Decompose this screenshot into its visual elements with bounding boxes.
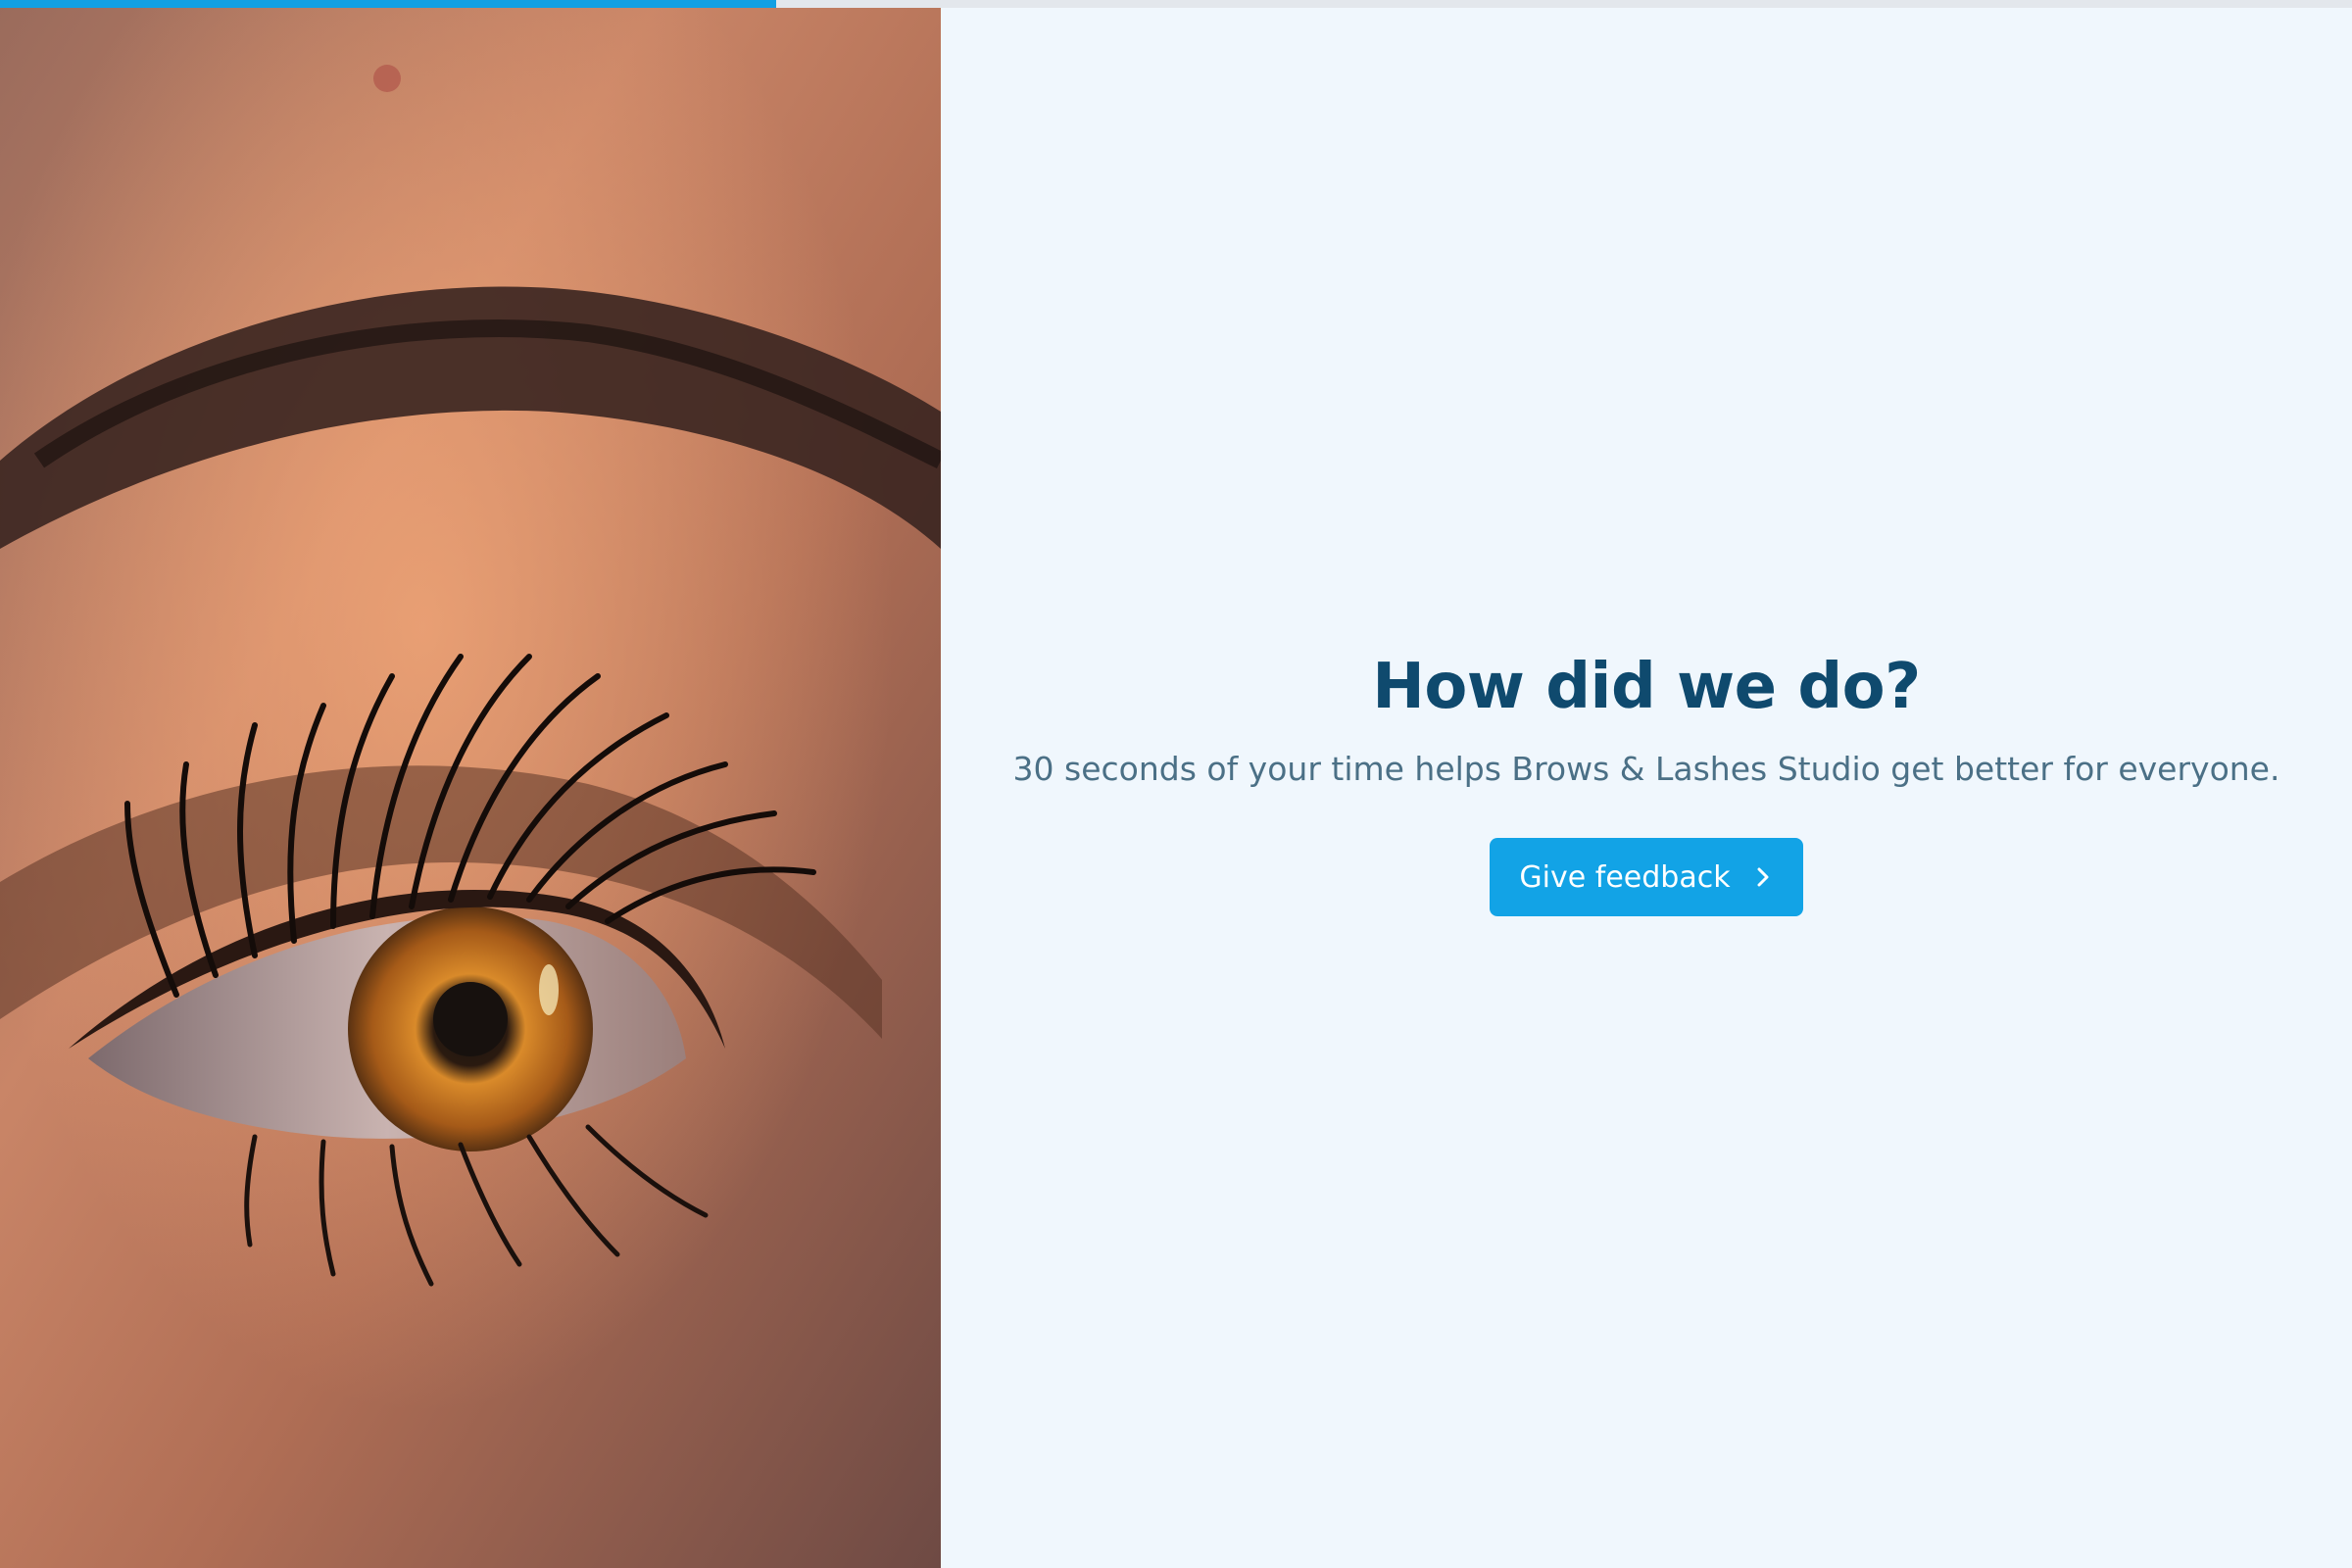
feedback-page: How did we do? 30 seconds of your time h… — [0, 0, 2352, 1568]
survey-panel: How did we do? 30 seconds of your time h… — [941, 0, 2352, 1568]
eye-photo-illustration — [0, 0, 941, 1568]
eye-photo — [0, 0, 941, 1568]
progress-bar — [0, 0, 2352, 8]
page-title: How did we do? — [1372, 650, 1921, 723]
give-feedback-button[interactable]: Give feedback — [1490, 838, 1803, 917]
progress-fill — [0, 0, 776, 8]
survey-subtitle: 30 seconds of your time helps Brows & La… — [1012, 750, 2280, 789]
chevron-right-icon — [1752, 866, 1774, 888]
give-feedback-label: Give feedback — [1519, 859, 1731, 895]
